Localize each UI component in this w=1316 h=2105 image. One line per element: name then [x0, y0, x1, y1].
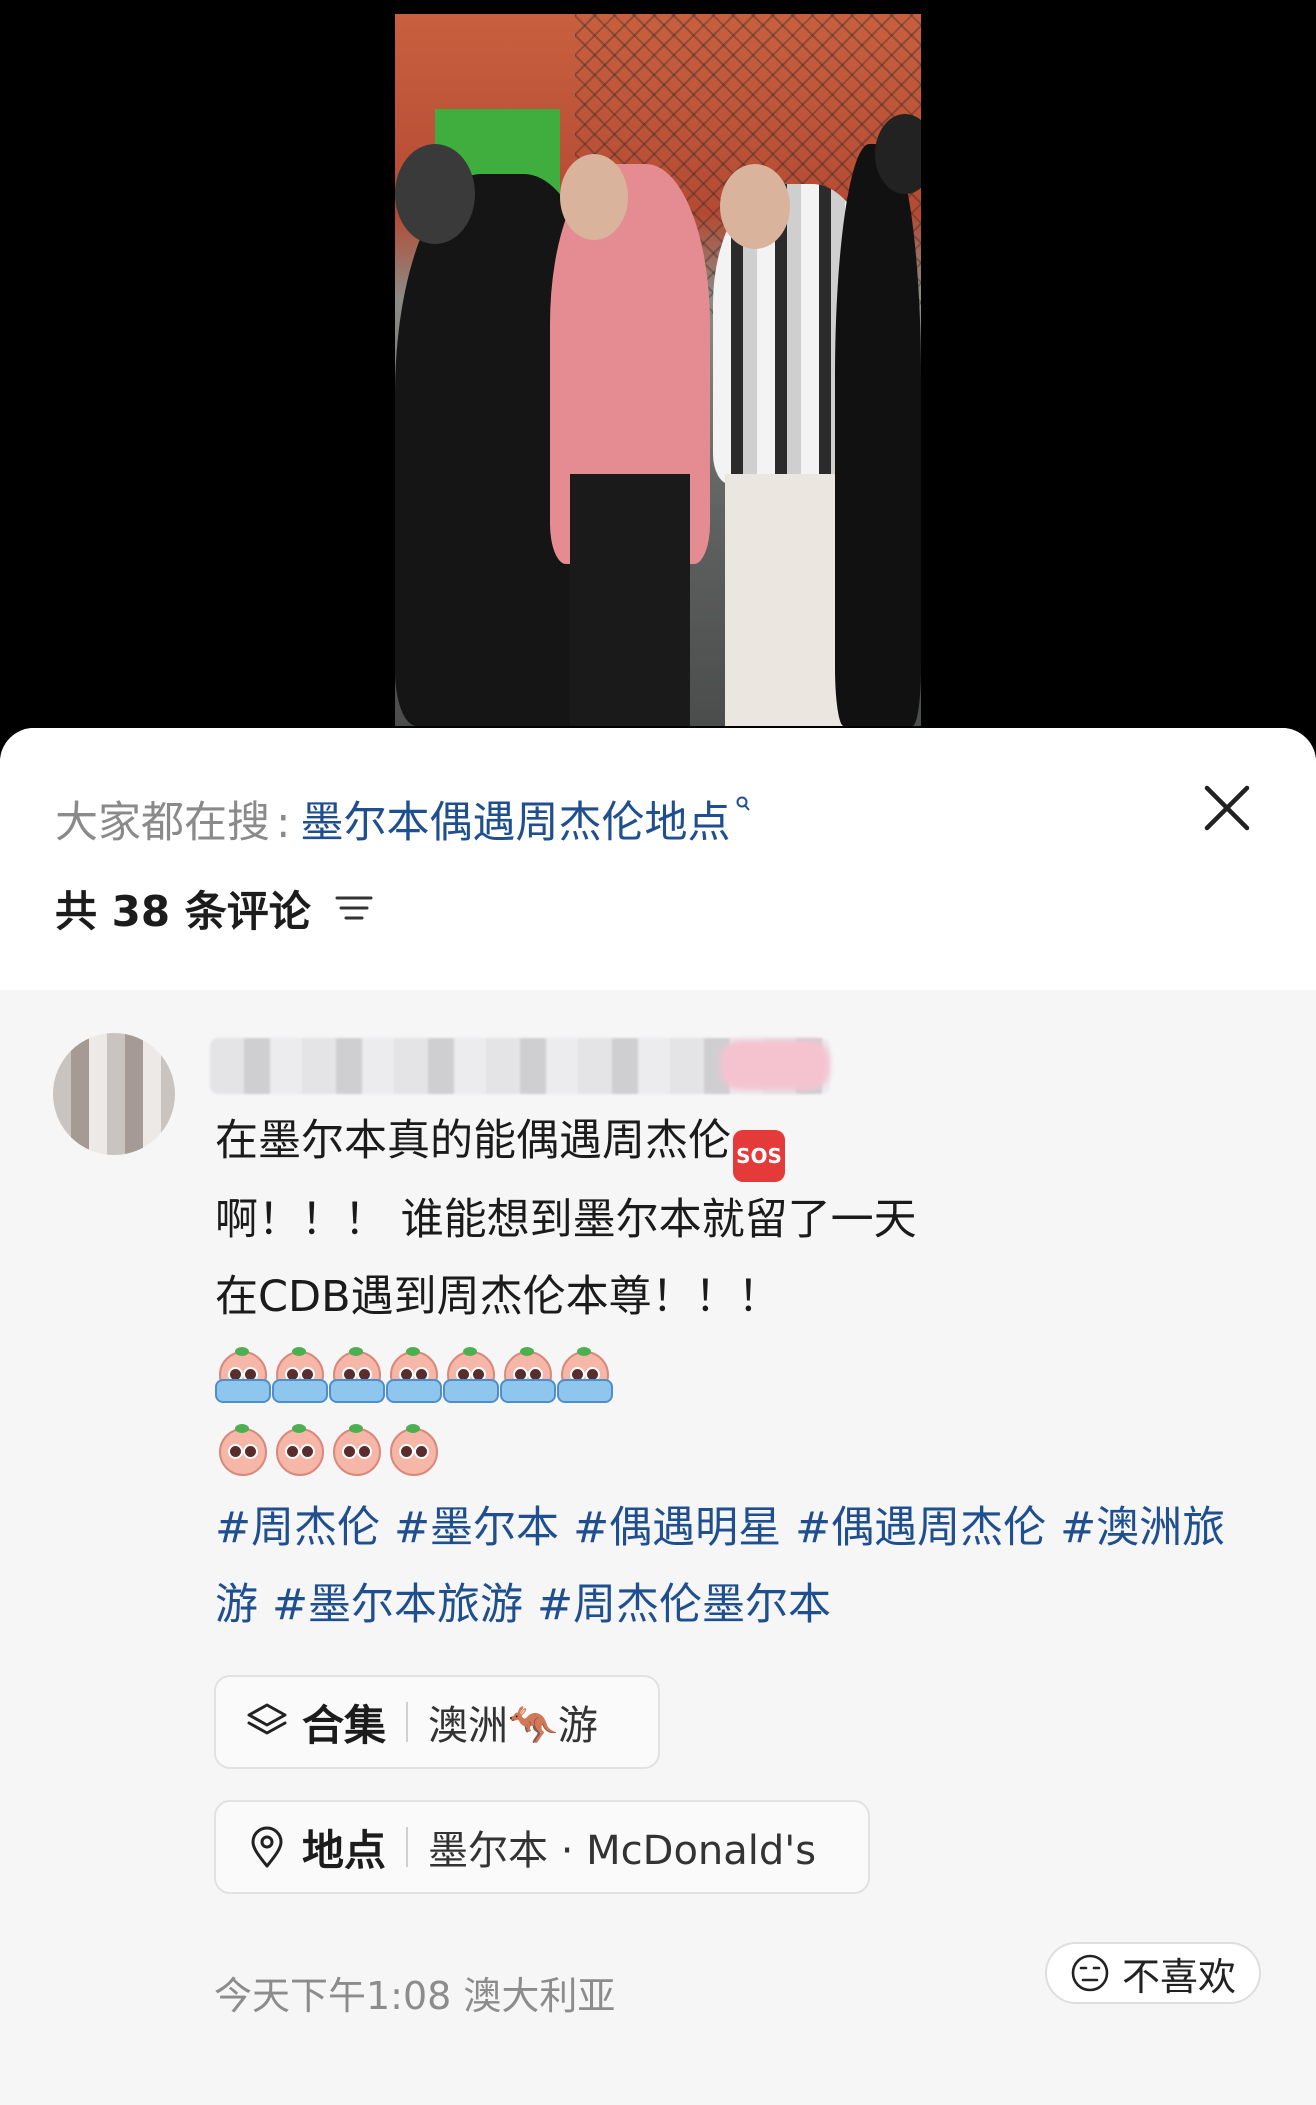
hashtag-link[interactable]: #周杰伦: [215, 1503, 380, 1553]
location-value: 墨尔本 · McDonald's: [428, 1828, 817, 1874]
crying-peach-emoji: [272, 1346, 328, 1403]
person-head: [560, 154, 628, 240]
location-title: 地点: [302, 1825, 387, 1875]
chip-divider: [406, 1702, 409, 1742]
crying-peach-emoji: [443, 1346, 499, 1403]
comment-text: 在墨尔本真的能偶遇周杰伦: [215, 1116, 731, 1166]
person-head: [720, 164, 790, 249]
crying-peach-emoji: [500, 1346, 556, 1403]
layers-icon: [247, 1703, 287, 1735]
sos-badge: SOS: [733, 1130, 785, 1182]
hashtag-link[interactable]: #周杰伦墨尔本: [537, 1580, 831, 1630]
crying-peach-emoji: [329, 1346, 385, 1403]
hashtag-link[interactable]: #偶遇明星: [573, 1503, 781, 1553]
crying-peach-emoji: [386, 1346, 442, 1403]
emoji-row: [215, 1336, 1245, 1413]
hashtag-link[interactable]: #墨尔本: [394, 1503, 559, 1553]
search-colon: :: [276, 798, 291, 848]
comment-count: 共 38 条评论: [55, 886, 311, 936]
video-player[interactable]: [0, 0, 1316, 760]
collection-value: 澳洲🦘游: [428, 1703, 598, 1749]
peach-emoji: [329, 1423, 381, 1480]
hashtag-link[interactable]: #墨尔本旅游: [272, 1580, 523, 1630]
person-head: [395, 144, 475, 244]
crying-peach-emoji: [215, 1346, 271, 1403]
peach-emoji: [272, 1423, 324, 1480]
person-figure: [835, 144, 921, 726]
comment-meta: 今天下午1:08 澳大利亚: [214, 1974, 616, 2018]
comments-sheet: 大家都在搜 : 墨尔本偶遇周杰伦地点 共 38 条评论 在墨尔本真的能偶遇周杰伦…: [0, 728, 1316, 2105]
collection-title: 合集: [302, 1700, 387, 1750]
search-icon: [736, 796, 750, 811]
emoji-row: [215, 1413, 1245, 1490]
sheet-header: 大家都在搜 : 墨尔本偶遇周杰伦地点 共 38 条评论: [0, 728, 1316, 990]
user-badge-blurred: [720, 1040, 830, 1090]
sort-icon[interactable]: [333, 890, 375, 926]
neutral-face-icon: [1071, 1954, 1109, 1992]
search-prefix: 大家都在搜: [55, 798, 270, 848]
close-icon[interactable]: [1197, 778, 1257, 838]
crying-peach-emoji: [557, 1346, 613, 1403]
peach-emoji: [215, 1423, 267, 1480]
person-figure: [570, 474, 690, 726]
chip-divider: [406, 1827, 409, 1867]
comment-line: 啊！！！ 谁能想到墨尔本就留了一天: [215, 1195, 917, 1245]
location-chip[interactable]: 地点 墨尔本 · McDonald's: [214, 1800, 870, 1894]
comment-line: 在墨尔本真的能偶遇周杰伦 SOS: [215, 1103, 1245, 1182]
comment-body: 在墨尔本真的能偶遇周杰伦 SOS 啊！！！ 谁能想到墨尔本就留了一天 在CDB遇到…: [215, 1103, 1245, 1644]
hashtag-link[interactable]: #偶遇周杰伦: [795, 1503, 1046, 1553]
dislike-button[interactable]: 不喜欢: [1045, 1942, 1261, 2004]
avatar[interactable]: [53, 1033, 175, 1155]
location-pin-icon: [251, 1826, 283, 1868]
dislike-label: 不喜欢: [1121, 1954, 1236, 1999]
comment-line: 在CDB遇到周杰伦本尊！！！: [215, 1272, 781, 1322]
hashtag-list: #周杰伦 #墨尔本 #偶遇明星 #偶遇周杰伦 #澳洲旅游 #墨尔本旅游 #周杰伦墨尔本: [215, 1490, 1245, 1644]
comment-count-row: 共 38 条评论: [55, 878, 375, 938]
search-term-link[interactable]: 墨尔本偶遇周杰伦地点: [301, 788, 731, 850]
suggested-search[interactable]: 大家都在搜 : 墨尔本偶遇周杰伦地点: [55, 788, 751, 848]
video-frame[interactable]: [395, 14, 921, 726]
collection-chip[interactable]: 合集 澳洲🦘游: [214, 1675, 660, 1769]
peach-emoji: [386, 1423, 438, 1480]
